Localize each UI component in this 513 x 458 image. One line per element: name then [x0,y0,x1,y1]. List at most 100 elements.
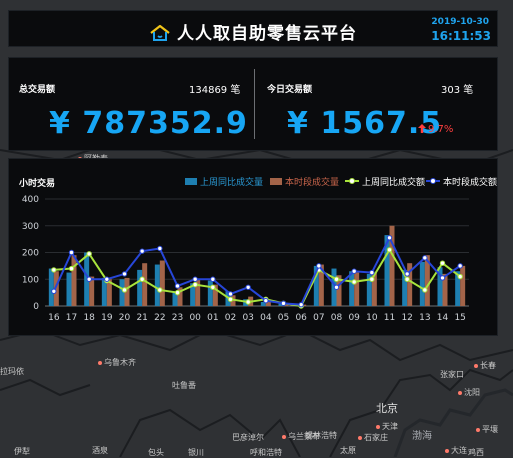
y-tick-label: 300 [22,222,39,232]
chart-point [457,273,463,280]
chart-point [245,284,251,290]
map-label: 拉玛依 [0,367,24,376]
app-title-text: 人人取自助零售云平台 [177,24,357,44]
x-tick-label: 14 [437,313,449,323]
total-label: 总交易额 [19,85,56,95]
map-label: 太原 [340,446,356,455]
map-label: 鸡西 [468,448,484,457]
map-label: 张家口 [440,370,464,379]
chart-point [457,263,463,269]
chart-bar [154,264,160,306]
chart-bar [159,260,165,306]
header-time: 16:11:53 [431,29,491,43]
x-tick-label: 19 [101,313,113,323]
chart-point [157,245,163,252]
chart-bar [71,255,77,306]
chart-point [422,255,428,261]
y-tick-label: 0 [33,302,39,312]
chart-point [351,268,357,274]
map-label: 包头 [148,448,164,457]
map-label: 银川 [188,448,204,457]
chart-point [404,276,410,282]
chart-series-line [52,235,461,306]
total-count: 134869 笔 [189,85,241,96]
stats-divider [254,69,255,139]
header-date: 2019-10-30 [431,17,489,27]
chart-point [439,275,446,281]
map-label: 沈阳 [458,387,480,398]
chart-point [280,300,287,307]
chart-point [386,247,393,253]
chart-point [139,248,145,254]
chart-bar [419,261,425,306]
x-tick-label: 17 [66,313,77,323]
map-label: 乌兰察布 [282,431,320,442]
x-tick-label: 06 [295,313,307,323]
x-tick-label: 05 [278,313,289,323]
chart-bar [66,272,72,306]
chart-point [333,276,340,282]
map-label-beijing: 北京 [376,402,398,415]
arrow-up-icon [418,124,426,133]
today-change: 9.7% [418,124,453,135]
chart-point [245,299,251,305]
map-label: 酒泉 [92,446,108,455]
x-tick-label: 12 [401,313,412,323]
app-title: 人人取自助零售云平台 [9,19,497,44]
x-tick-label: 21 [136,313,147,323]
chart-point [369,269,375,276]
map-label: 平壤 [476,424,498,435]
x-tick-label: 18 [83,313,95,323]
chart-point [227,296,234,303]
x-tick-label: 13 [419,313,430,323]
map-label: 呼和浩特 [250,448,282,457]
chart-point [192,281,198,288]
map-label: 天津 [376,421,398,432]
total-value: ¥ 787352.9 [49,106,248,141]
map-label: 大连 [445,445,467,456]
chart-point [51,267,57,273]
chart-bar [48,268,54,306]
today-change-value: 9.7% [428,124,454,135]
map-label: 伊犁 [14,447,30,456]
map-label: 渤海 [412,431,432,442]
map-label: 石家庄 [358,432,388,443]
chart-point [86,251,92,257]
x-tick-label: 22 [154,313,165,323]
header-panel: 人人取自助零售云平台 2019-10-30 16:11:53 [8,10,498,47]
chart-point [210,276,216,282]
x-tick-label: 11 [384,313,395,323]
chart-point [86,276,92,282]
x-tick-label: 16 [48,313,60,323]
chart-point [404,271,410,277]
chart-bar [137,269,143,306]
chart-point [68,265,75,272]
chart-point [386,235,393,241]
x-tick-label: 02 [225,313,236,323]
y-tick-label: 400 [22,195,39,205]
hourly-chart: 0 100 200 300 400 16 17 18 19 20 21 22 23 00 01 02 03 04 0… [22,195,469,323]
chart-point [139,276,145,282]
map-label: 巴彦淖尔 [232,433,264,442]
chart-point [351,279,357,285]
x-tick-label: 01 [207,313,218,323]
x-tick-label: 08 [331,313,343,323]
x-tick-label: 09 [348,313,360,323]
map-label: 吐鲁番 [172,381,196,390]
today-count: 303 笔 [441,85,474,96]
chart-point [68,249,75,256]
chart-bar [354,272,360,306]
chart-point [121,287,128,293]
chart-point [174,289,181,296]
chart-point [104,276,110,282]
x-tick-label: 20 [119,313,131,323]
chart-point [422,287,428,293]
x-tick-label: 23 [172,313,183,323]
x-tick-label: 00 [189,313,201,323]
chart-point [316,263,322,269]
chart-point [121,271,128,277]
today-label: 今日交易额 [267,85,313,95]
x-tick-label: 04 [260,313,272,323]
chart-point [298,301,304,308]
y-tick-label: 200 [22,249,39,259]
